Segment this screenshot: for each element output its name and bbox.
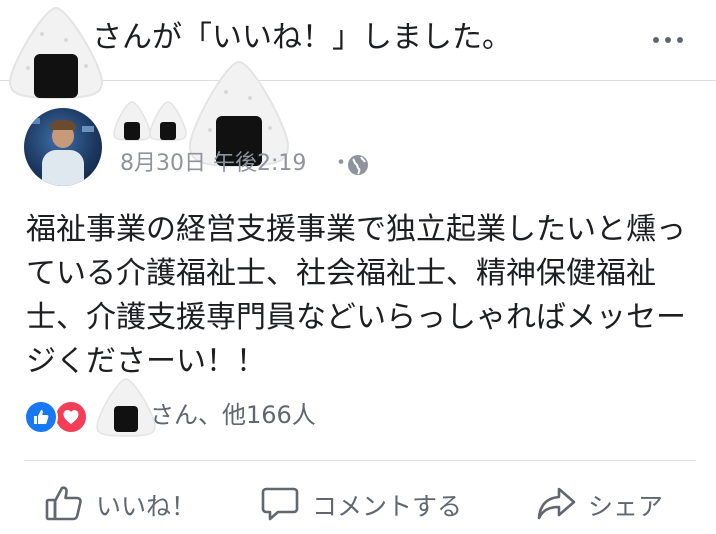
- comment-label: コメントする: [312, 492, 463, 521]
- notification-header: さんが「いいね！」しました。: [0, 0, 716, 81]
- like-label: いいね！: [96, 492, 197, 521]
- avatar-figure: [50, 120, 76, 130]
- action-divider: [24, 460, 696, 461]
- love-reaction-icon: [54, 400, 88, 434]
- reaction-summary[interactable]: さん、他166人: [24, 396, 424, 436]
- more-options-button[interactable]: [646, 22, 690, 58]
- more-horizontal-icon: [653, 37, 659, 43]
- avatar-background: [82, 126, 94, 132]
- like-button[interactable]: いいね！: [44, 482, 196, 528]
- more-dot: [665, 37, 671, 43]
- share-arrow-icon: [536, 483, 576, 527]
- avatar-figure: [42, 150, 84, 186]
- notification-text: さんが「いいね！」しました。: [92, 20, 512, 55]
- privacy-sticker: [94, 376, 158, 438]
- privacy-sticker: [112, 100, 152, 142]
- share-button[interactable]: シェア: [536, 482, 663, 528]
- post-text-line: 福祉事業の経営支援事業で独立起業したいと燻っ: [26, 212, 686, 247]
- thumbs-up-icon: [44, 483, 84, 527]
- post-timestamp[interactable]: 8月30日 午後2:19: [120, 150, 306, 178]
- more-dot: [677, 37, 683, 43]
- privacy-sticker: [6, 4, 106, 100]
- author-avatar[interactable]: [24, 108, 102, 186]
- share-label: シェア: [588, 492, 664, 521]
- post-text: 福祉事業の経営支援事業で独立起業したいと燻っ ている介護福祉士、社会福祉士、精神…: [26, 208, 698, 384]
- feed-post: さんが「いいね！」しました。 8月30日 午後2:19 ・ 福祉事業の経営支援事…: [0, 0, 716, 534]
- comment-button[interactable]: コメントする: [260, 482, 462, 528]
- comment-bubble-icon: [260, 483, 300, 527]
- post-text-line: 士、介護支援専門員などいらっしゃればメッセー: [26, 300, 686, 335]
- avatar-background: [30, 118, 40, 124]
- post-text-line: ている介護福祉士、社会福祉士、精神保健福祉: [26, 256, 656, 291]
- like-reaction-icon: [24, 400, 58, 434]
- globe-icon: [346, 153, 370, 177]
- reaction-count-text: さん、他166人: [150, 401, 316, 429]
- privacy-sticker: [148, 100, 188, 142]
